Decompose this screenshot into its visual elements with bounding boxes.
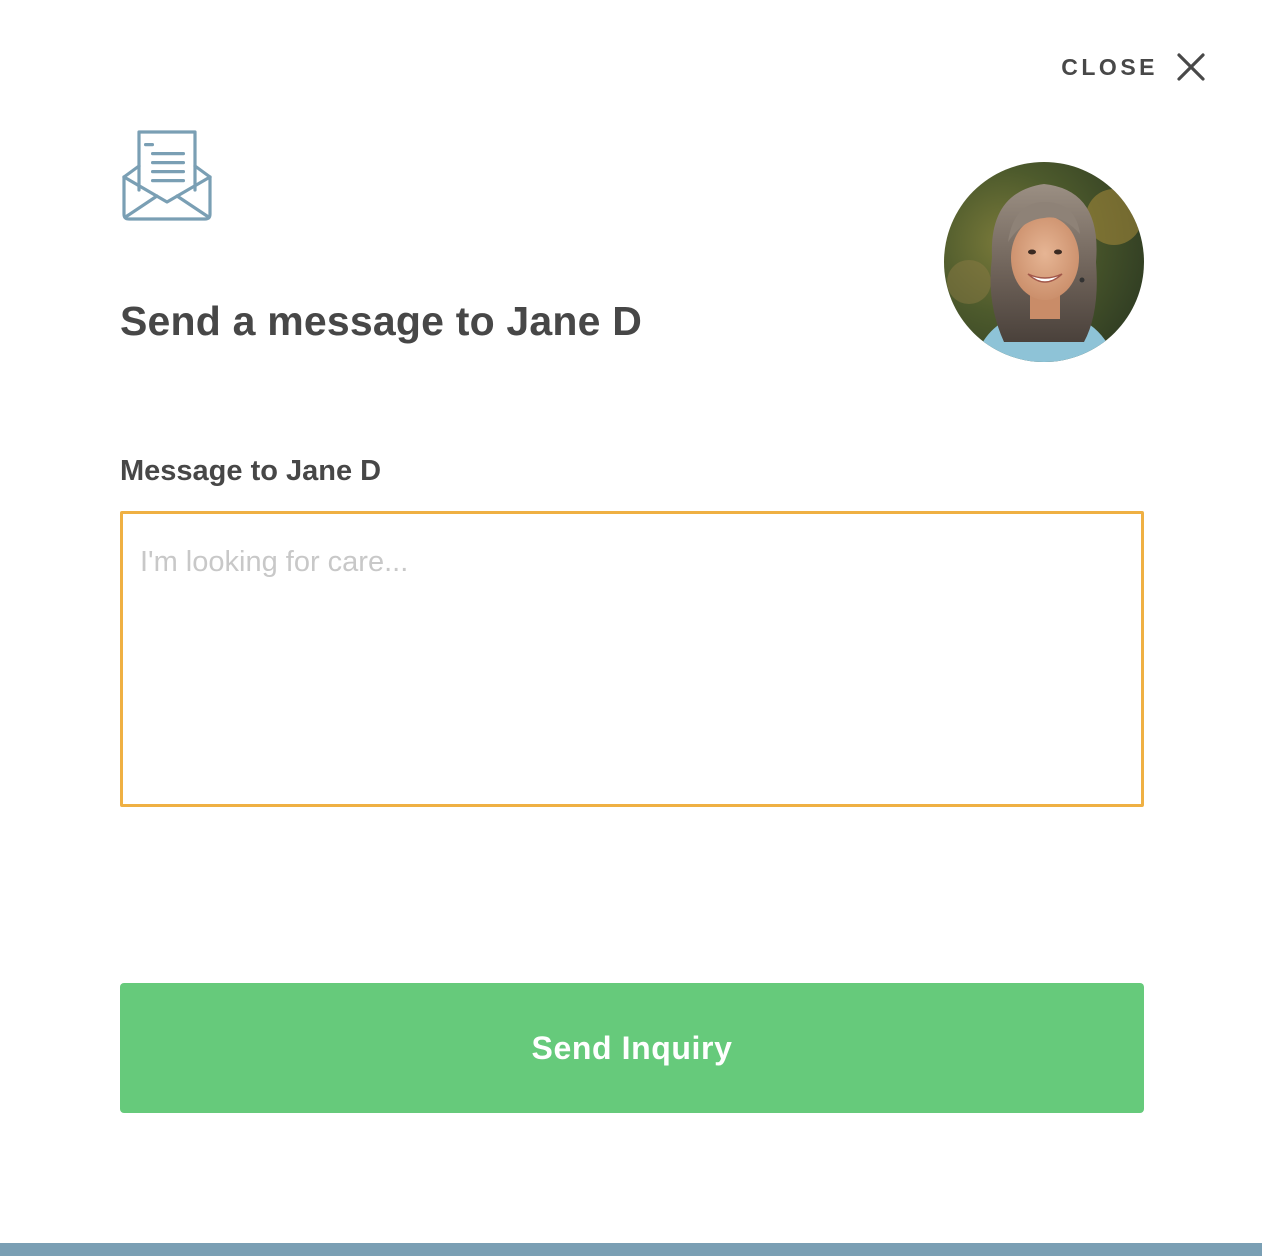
avatar: [944, 162, 1144, 362]
message-label: Message to Jane D: [120, 455, 382, 487]
page-title: Send a message to Jane D: [120, 298, 643, 344]
close-label: CLOSE: [1061, 53, 1158, 80]
close-button[interactable]: CLOSE: [1061, 52, 1206, 82]
message-modal: CLOSE Send a message to Jane D Message t…: [0, 0, 1262, 1256]
send-inquiry-button[interactable]: Send Inquiry: [120, 983, 1144, 1113]
avatar-photo: [944, 162, 1144, 362]
close-icon: [1177, 53, 1205, 81]
message-textarea[interactable]: [120, 511, 1144, 807]
envelope-icon: [122, 130, 212, 221]
bottom-bar: [0, 1243, 1262, 1256]
